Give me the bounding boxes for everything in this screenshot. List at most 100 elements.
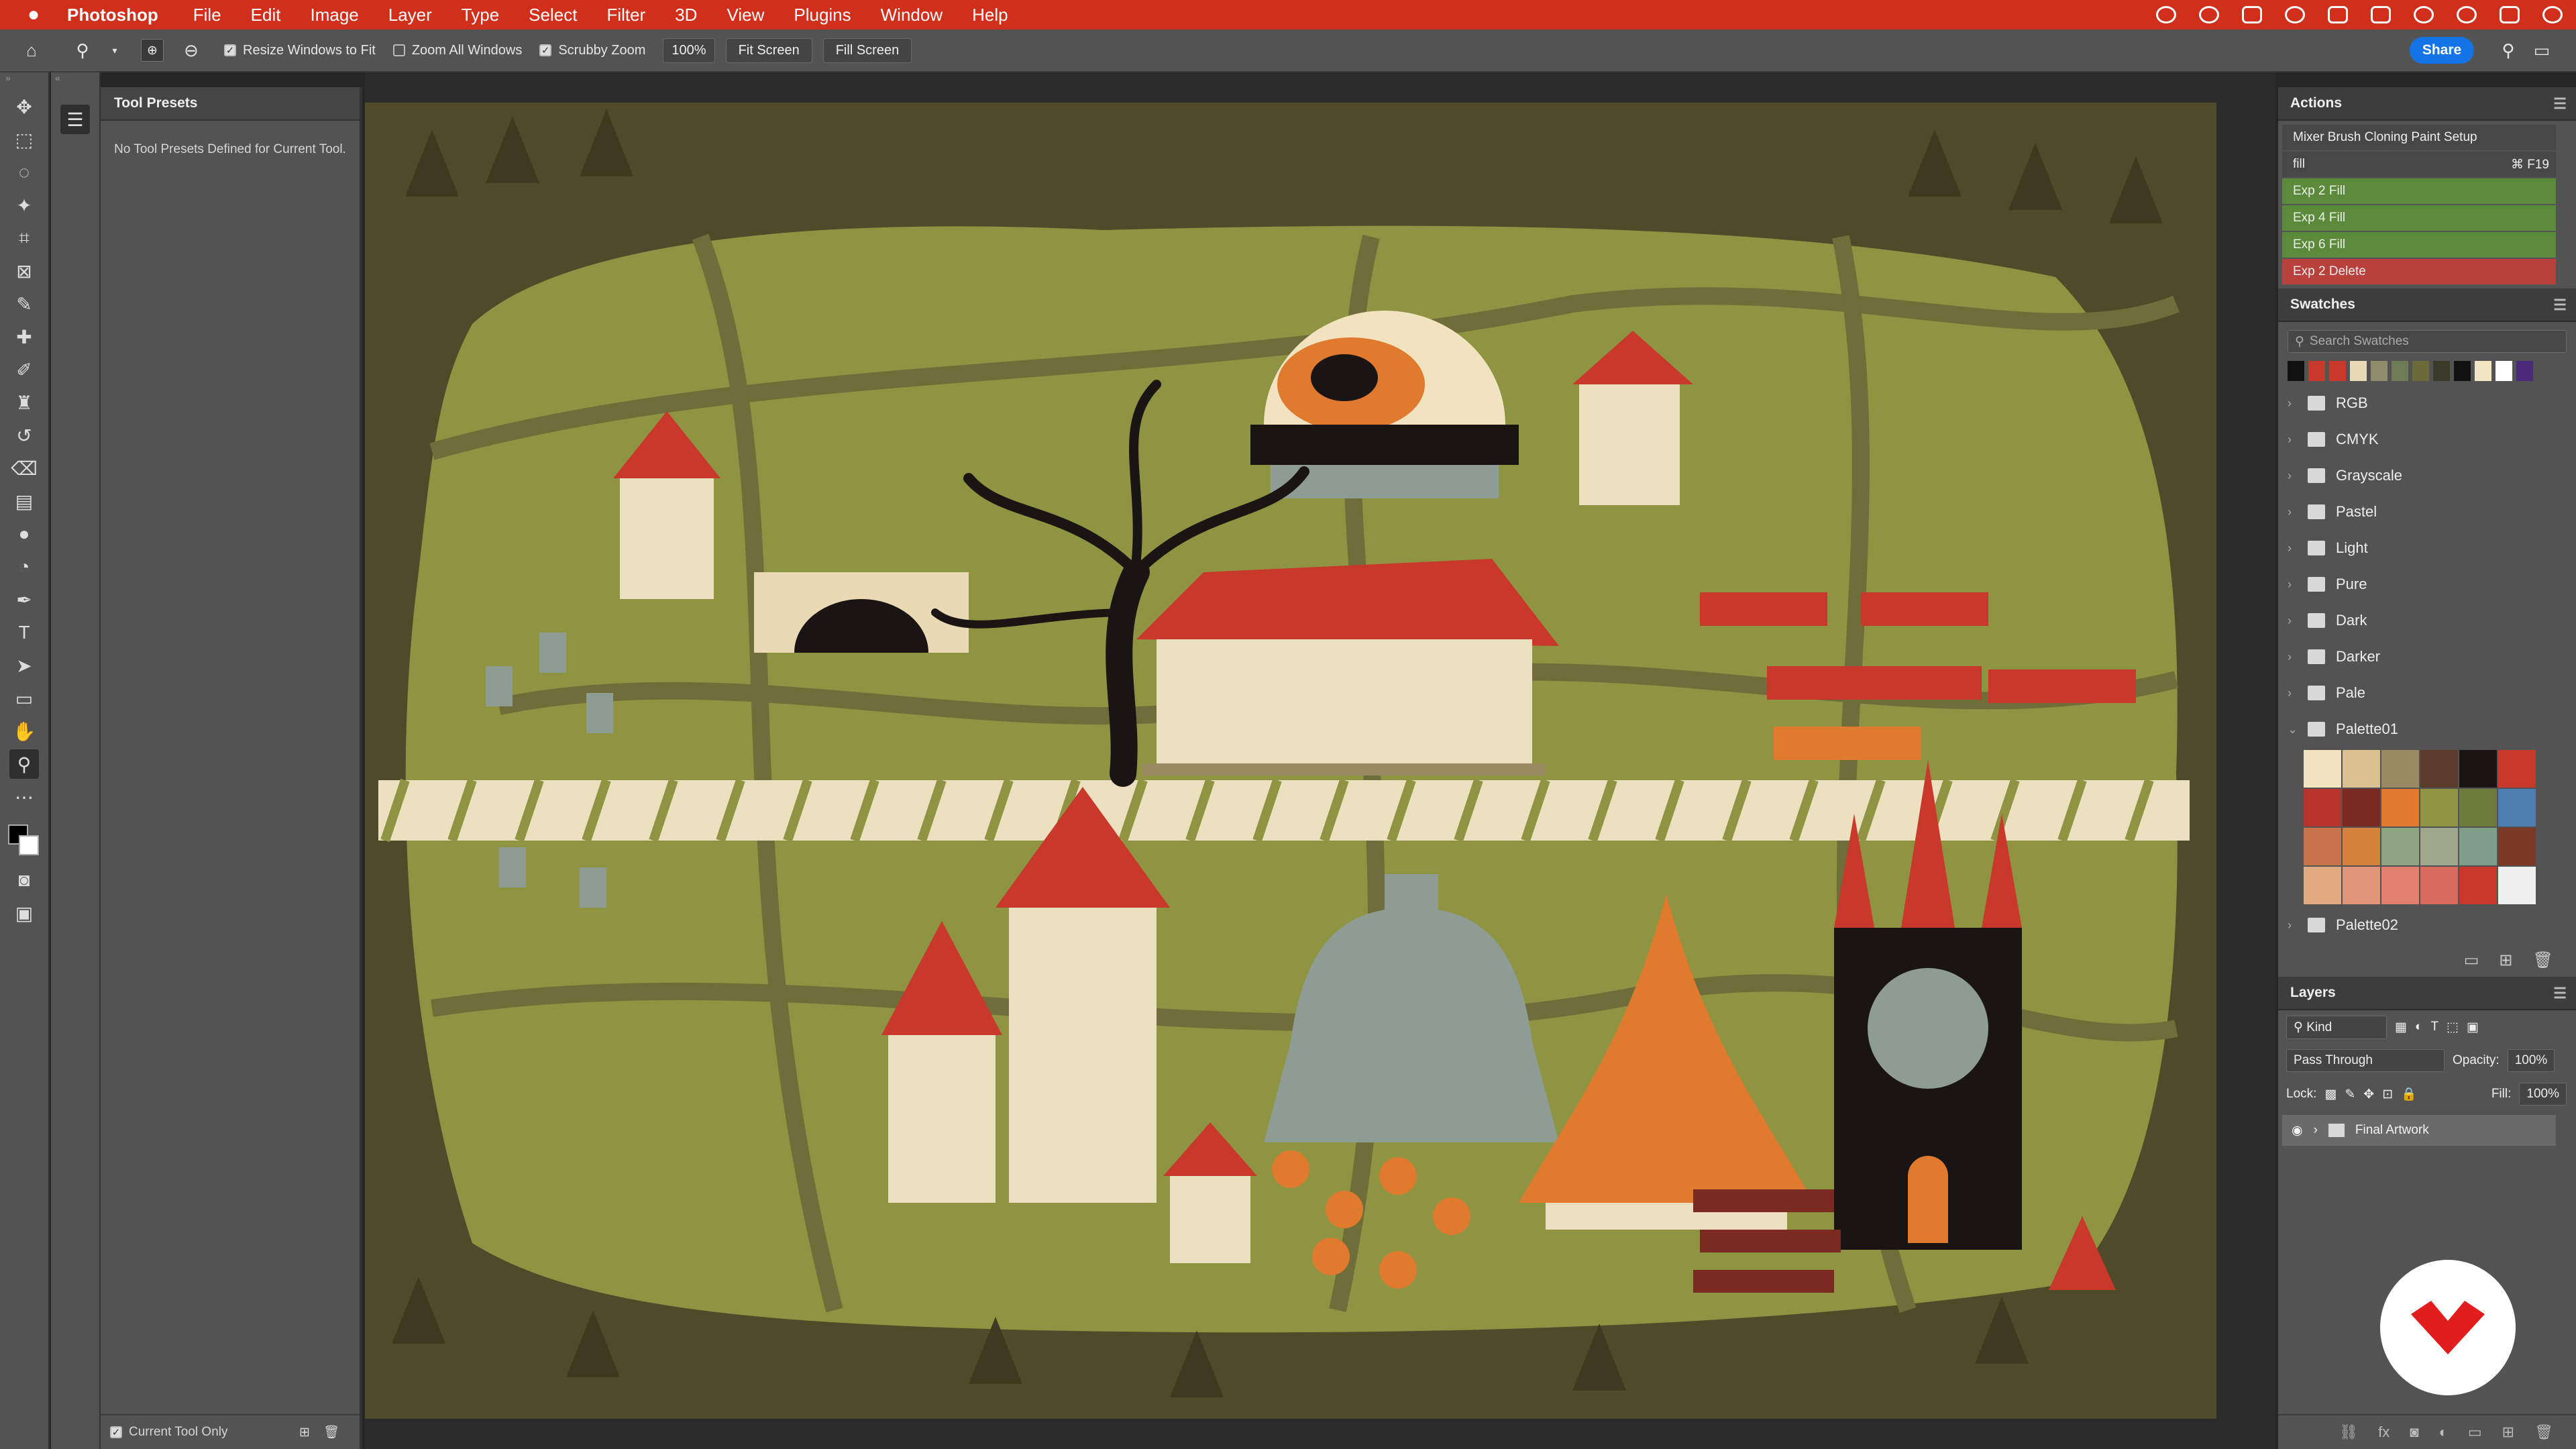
kind-filter-select[interactable]: ⚲ Kind [2286, 1015, 2387, 1039]
expand-icon[interactable]: « [51, 72, 99, 89]
fill-field[interactable]: 100% [2519, 1083, 2567, 1106]
magic-wand-tool-icon[interactable]: ✦ [9, 191, 39, 220]
eraser-tool-icon[interactable]: ⌫ [9, 453, 39, 483]
smart-object-filter-icon[interactable]: ▣ [2467, 1020, 2479, 1035]
shape-filter-icon[interactable]: ⬚ [2447, 1020, 2459, 1035]
zoom-value-field[interactable]: 100% [663, 38, 715, 63]
chevron-right-icon[interactable]: › [2288, 433, 2308, 447]
scrubby-zoom-checkbox[interactable]: ✓ Scrubby Zoom [539, 43, 645, 58]
swatch[interactable] [2304, 828, 2341, 865]
swatch[interactable] [2420, 867, 2458, 904]
apple-logo-icon[interactable]: ● [0, 3, 67, 26]
swatch[interactable] [2498, 867, 2536, 904]
swatch-group[interactable]: › Grayscale [2278, 458, 2576, 494]
swatch-group[interactable]: › Dark [2278, 602, 2576, 639]
quick-mask-icon[interactable]: ◙ [9, 865, 39, 895]
lock-transparent-icon[interactable]: ▩ [2324, 1087, 2337, 1102]
home-status-icon[interactable] [2328, 6, 2348, 23]
lock-all-icon[interactable]: 🔒 [2401, 1086, 2417, 1102]
swatch[interactable] [2498, 789, 2536, 826]
blur-tool-icon[interactable]: ● [9, 519, 39, 549]
chevron-right-icon[interactable]: › [2288, 614, 2308, 628]
swatch-group[interactable]: › RGB [2278, 385, 2576, 421]
menu-select[interactable]: Select [529, 5, 577, 25]
action-item[interactable]: Exp 2 Fill [2282, 178, 2556, 204]
swatch[interactable] [2304, 789, 2341, 826]
swatch[interactable] [2459, 867, 2497, 904]
search-swatches-input[interactable]: ⚲ Search Swatches [2288, 330, 2567, 353]
action-item[interactable]: Exp 4 Fill [2282, 205, 2556, 231]
link-icon[interactable]: ⛓ [2339, 1424, 2358, 1441]
home-icon[interactable]: ⌂ [20, 39, 43, 62]
trash-icon[interactable]: 🗑 [2534, 1424, 2553, 1441]
clone-stamp-tool-icon[interactable]: ♜ [9, 388, 39, 417]
control-center-icon[interactable] [2500, 6, 2520, 23]
menu-image[interactable]: Image [310, 5, 358, 25]
swatch[interactable] [2308, 361, 2325, 381]
menu-window[interactable]: Window [881, 5, 943, 25]
brush-tool-icon[interactable]: ✐ [9, 355, 39, 384]
sync-icon[interactable] [2285, 6, 2305, 23]
swatch[interactable] [2350, 361, 2367, 381]
adjustment-filter-icon[interactable]: ◐ [2415, 1020, 2422, 1034]
action-item[interactable]: Mixer Brush Cloning Paint Setup [2282, 125, 2556, 150]
canvas-artwork[interactable] [365, 103, 2216, 1419]
zoom-out-icon[interactable]: ⊖ [180, 39, 203, 62]
swatch[interactable] [2381, 789, 2419, 826]
swatch[interactable] [2420, 789, 2458, 826]
path-selection-tool-icon[interactable]: ➤ [9, 651, 39, 680]
swatch[interactable] [2392, 361, 2408, 381]
swatch-group[interactable]: › Pale [2278, 675, 2576, 711]
swatch[interactable] [2516, 361, 2533, 381]
crop-tool-icon[interactable]: ⌗ [9, 223, 39, 253]
wifi-icon[interactable] [2414, 6, 2434, 23]
swatch[interactable] [2459, 789, 2497, 826]
swatch[interactable] [2304, 867, 2341, 904]
notification-icon[interactable] [2199, 6, 2219, 23]
fit-screen-button[interactable]: Fit Screen [725, 38, 812, 63]
swatch[interactable] [2381, 828, 2419, 865]
swatch-group[interactable]: › Pure [2278, 566, 2576, 602]
swatch[interactable] [2412, 361, 2429, 381]
swatch-group[interactable]: › Pastel [2278, 494, 2576, 530]
menu-type[interactable]: Type [462, 5, 499, 25]
chevron-down-icon[interactable]: ⌄ [2288, 722, 2308, 737]
panel-menu-icon[interactable]: ☰ [2553, 297, 2567, 314]
zoom-all-checkbox[interactable]: Zoom All Windows [392, 43, 522, 58]
swatch-group[interactable]: ⌄ Palette01 [2278, 711, 2576, 747]
swatch[interactable] [2343, 828, 2380, 865]
search-icon[interactable]: ⚲ [2497, 39, 2520, 62]
swatch-group[interactable]: › Darker [2278, 639, 2576, 675]
eye-icon[interactable]: ◉ [2292, 1123, 2303, 1138]
clock-icon[interactable] [2542, 6, 2563, 23]
swatch[interactable] [2343, 750, 2380, 788]
swatch[interactable] [2329, 361, 2346, 381]
swatch[interactable] [2498, 828, 2536, 865]
tool-presets-title[interactable]: Tool Presets [101, 87, 360, 121]
new-group-icon[interactable]: ▭ [2464, 951, 2479, 970]
share-button[interactable]: Share [2410, 37, 2474, 64]
swatch[interactable] [2475, 361, 2491, 381]
swatches-panel-title[interactable]: Swatches ☰ [2278, 288, 2576, 322]
actions-panel-title[interactable]: Actions ☰ [2278, 87, 2576, 121]
chevron-right-icon[interactable]: › [2288, 541, 2308, 555]
tool-presets-icon[interactable]: ☰ [60, 105, 90, 134]
menu-help[interactable]: Help [972, 5, 1008, 25]
trash-icon[interactable]: 🗑 [323, 1424, 339, 1440]
panel-menu-icon[interactable]: ☰ [2553, 95, 2567, 113]
chevron-right-icon[interactable]: › [2288, 578, 2308, 592]
blend-mode-select[interactable]: Pass Through [2286, 1049, 2445, 1072]
color-swatches[interactable] [0, 815, 48, 862]
group-icon[interactable]: ▭ [2468, 1424, 2482, 1441]
lock-artboard-icon[interactable]: ⊡ [2382, 1087, 2393, 1102]
resize-windows-checkbox[interactable]: ✓ Resize Windows to Fit [224, 43, 376, 58]
opacity-field[interactable]: 100% [2507, 1049, 2555, 1072]
zoom-tool-icon[interactable]: ⚲ [71, 39, 94, 62]
new-preset-icon[interactable]: ⊞ [299, 1425, 310, 1440]
menu-edit[interactable]: Edit [251, 5, 281, 25]
swatch[interactable] [2371, 361, 2387, 381]
gradient-tool-icon[interactable]: ▤ [9, 486, 39, 516]
chevron-right-icon[interactable]: › [2288, 505, 2308, 519]
swatch[interactable] [2381, 750, 2419, 788]
chevron-right-icon[interactable]: › [2288, 918, 2308, 932]
